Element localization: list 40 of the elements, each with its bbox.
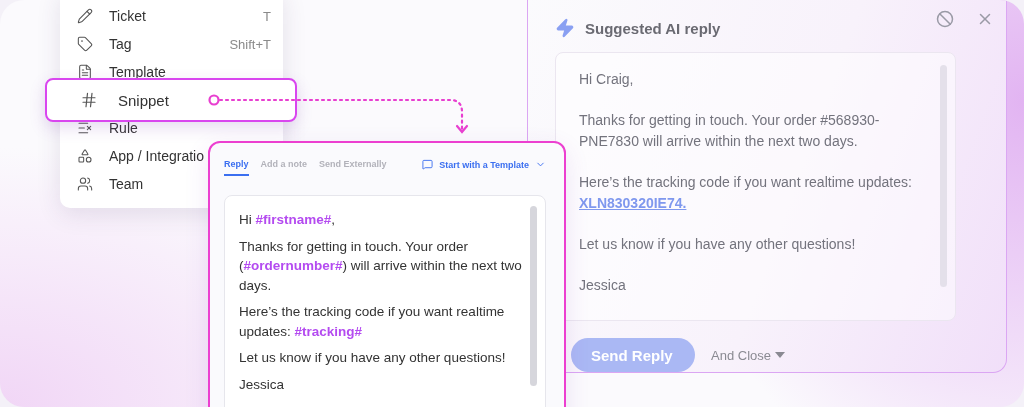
template-button[interactable]: Start with a Template [422,159,546,170]
menu-item-label: Ticket [109,8,147,24]
menu-item-label: Tag [109,36,133,52]
reply-paragraph: Let us know if you have any other questions! [579,235,857,254]
shapes-icon [77,148,93,164]
tag-icon [77,36,93,52]
message-paragraph: Jessica [239,375,285,394]
shortcut-label: Shift+T [229,36,271,52]
menu-item[interactable]: Team [60,170,144,198]
reply-paragraph: Here’s the tracking code if you want realtime updates: XLN830320IE74. [579,173,913,213]
menu-item[interactable]: App / Integratio [60,142,204,170]
menu-item-label: Rule [109,120,138,136]
ban-icon[interactable] [936,10,954,28]
message-paragraph: Thanks for getting in touch. Your order (#ordernumber#) will arrive within the next two days. [239,237,523,295]
message-paragraph: Here’s the tracking code if you want realtime updates: #tracking# [239,303,506,341]
reply-paragraph: Hi Craig, [579,70,635,89]
hash-icon [80,91,98,109]
reply-paragraph: Jessica [579,276,627,295]
panel-title: Suggested AI reply [585,19,721,37]
message-paragraph: Hi #firstname#, [239,211,337,229]
menu-item-label: App / Integratio [109,148,204,164]
menu-item-label: Snippet [118,91,170,109]
scrollbar[interactable] [530,206,537,386]
menu-item[interactable]: Snippet [45,78,297,122]
chat-icon [422,159,434,170]
message-editor[interactable] [224,195,546,407]
menu-item[interactable]: Tag Shift+T [60,30,283,58]
menu-item[interactable]: Ticket T [60,2,283,30]
message-paragraph: Let us know if you have any other questions! [239,349,507,367]
composer-tab[interactable]: Reply [224,159,249,176]
menu-item-label: Team [109,176,144,192]
list-x-icon [77,120,93,136]
caret-icon [775,352,785,358]
menu-item-label: Template [109,64,166,80]
users-icon [77,176,93,192]
pencil-icon [77,8,93,24]
reply-paragraph: Thanks for getting in touch. Your order #568930-PNE7830 will arrive within the next two days. [579,111,881,151]
document-icon [77,64,93,80]
shortcut-label: T [263,8,271,24]
lightning-icon [555,18,575,38]
